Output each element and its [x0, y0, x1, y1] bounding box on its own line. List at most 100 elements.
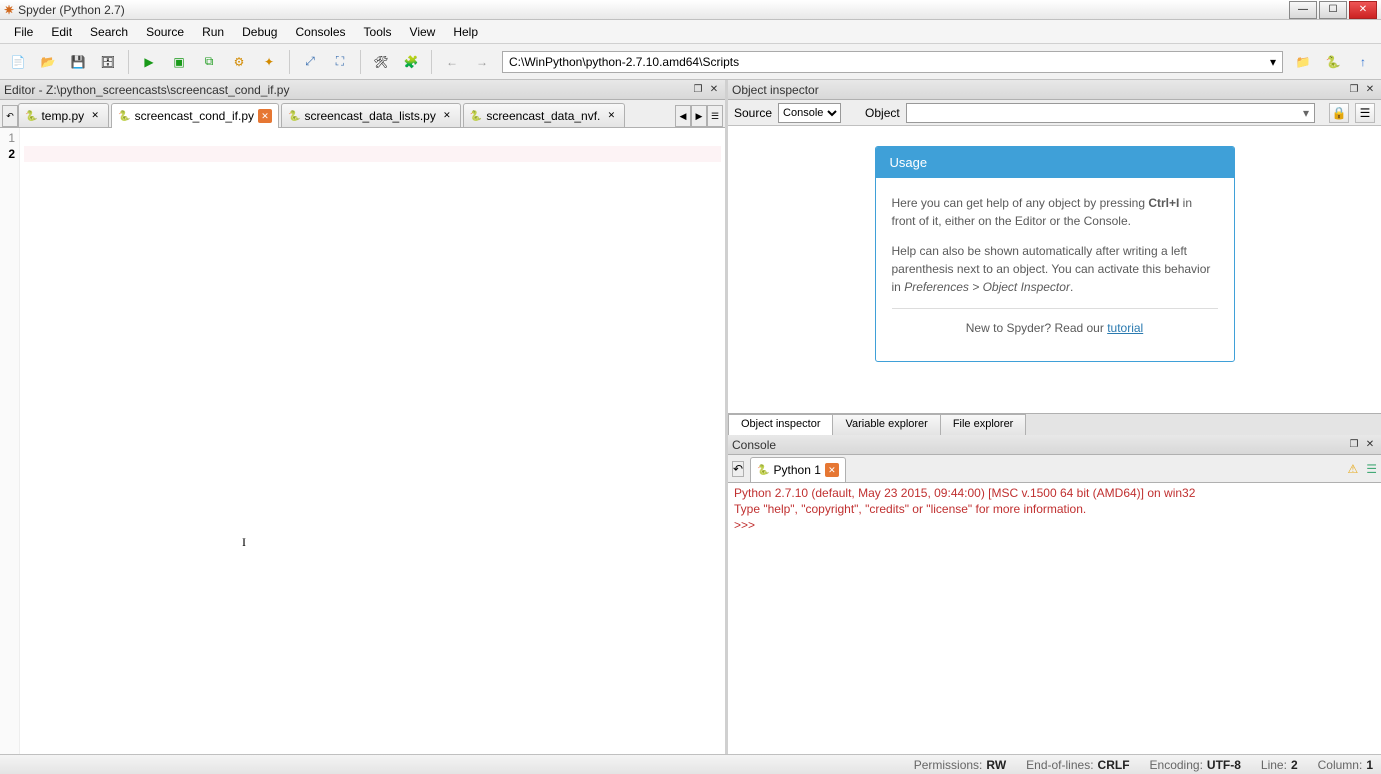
- editor-body[interactable]: 1 2 I: [0, 128, 725, 754]
- line-gutter: 1 2: [0, 128, 20, 754]
- chevron-down-icon[interactable]: ▾: [1303, 106, 1309, 120]
- window-title: Spyder (Python 2.7): [18, 3, 1289, 17]
- menu-view[interactable]: View: [402, 22, 444, 42]
- browse-folder-icon[interactable]: 📁: [1289, 48, 1317, 76]
- console-tab-python1[interactable]: Python 1 ✕: [750, 457, 846, 482]
- python-file-icon: [470, 110, 482, 122]
- status-eol: End-of-lines: CRLF: [1026, 758, 1129, 772]
- tab-close-icon[interactable]: ✕: [88, 109, 102, 123]
- status-bar: Permissions: RW End-of-lines: CRLF Encod…: [0, 754, 1381, 774]
- menu-consoles[interactable]: Consoles: [287, 22, 353, 42]
- app-icon: ✷: [4, 3, 14, 17]
- python-icon[interactable]: 🐍: [1319, 48, 1347, 76]
- usage-header: Usage: [876, 147, 1234, 178]
- python-file-icon: [118, 110, 130, 122]
- close-pane-icon[interactable]: ✕: [1363, 438, 1377, 452]
- menu-search[interactable]: Search: [82, 22, 136, 42]
- tab-close-icon[interactable]: ✕: [440, 109, 454, 123]
- undock-icon[interactable]: ❐: [691, 83, 705, 97]
- main-area: Editor - Z:\python_screencasts\screencas…: [0, 80, 1381, 754]
- close-button[interactable]: ✕: [1349, 1, 1377, 19]
- tutorial-link[interactable]: tutorial: [1107, 321, 1143, 335]
- console-pane-title: Console: [732, 438, 776, 452]
- console-options-icon[interactable]: ☰: [1366, 462, 1377, 476]
- tab-label: screencast_data_nvf.: [486, 109, 600, 123]
- maximize-pane-icon[interactable]: ⤢: [296, 48, 324, 76]
- menu-edit[interactable]: Edit: [43, 22, 80, 42]
- editor-tab-data-nvf[interactable]: screencast_data_nvf. ✕: [463, 103, 626, 127]
- status-permissions: Permissions: RW: [914, 758, 1006, 772]
- editor-tab-data-lists[interactable]: screencast_data_lists.py ✕: [281, 103, 461, 127]
- editor-pane: Editor - Z:\python_screencasts\screencas…: [0, 80, 728, 754]
- warning-icon[interactable]: ⚠: [1347, 462, 1358, 476]
- options-icon[interactable]: ☰: [1355, 103, 1375, 123]
- lock-icon[interactable]: 🔒: [1329, 103, 1349, 123]
- code-area[interactable]: I: [20, 128, 725, 754]
- source-select[interactable]: Console: [778, 103, 841, 123]
- new-file-icon[interactable]: 📄: [4, 48, 32, 76]
- console-pane-header: Console ❐ ✕: [728, 435, 1381, 455]
- window-controls: — ☐ ✕: [1289, 1, 1377, 19]
- tab-file-explorer[interactable]: File explorer: [940, 414, 1027, 435]
- console-tab-strip: ↶ Python 1 ✕ ⚠ ☰: [728, 455, 1381, 483]
- run-cell-advance-icon[interactable]: ⧉: [195, 48, 223, 76]
- menu-tools[interactable]: Tools: [356, 22, 400, 42]
- editor-tab-temp[interactable]: temp.py ✕: [18, 103, 109, 127]
- editor-tab-strip: ↶ temp.py ✕ screencast_cond_if.py ✕ scre…: [0, 100, 725, 128]
- console-body[interactable]: Python 2.7.10 (default, May 23 2015, 09:…: [728, 483, 1381, 754]
- close-pane-icon[interactable]: ✕: [1363, 83, 1377, 97]
- line-number: 1: [0, 130, 15, 146]
- tab-close-icon[interactable]: ✕: [825, 463, 839, 477]
- inspector-pane-header: Object inspector ❐ ✕: [728, 80, 1381, 100]
- usage-body: Here you can get help of any object by p…: [876, 178, 1234, 361]
- undock-icon[interactable]: ❐: [1347, 83, 1361, 97]
- run-cell-icon[interactable]: ▣: [165, 48, 193, 76]
- preferences-icon[interactable]: 🛠: [367, 48, 395, 76]
- chevron-down-icon[interactable]: ▾: [1270, 55, 1276, 69]
- save-icon[interactable]: 💾: [64, 48, 92, 76]
- menu-bar: File Edit Search Source Run Debug Consol…: [0, 20, 1381, 44]
- console-line: Python 2.7.10 (default, May 23 2015, 09:…: [734, 485, 1375, 501]
- tab-list-icon[interactable]: ☰: [707, 105, 723, 127]
- working-dir-value: C:\WinPython\python-2.7.10.amd64\Scripts: [509, 55, 739, 69]
- editor-tab-cond-if[interactable]: screencast_cond_if.py ✕: [111, 103, 279, 128]
- minimize-button[interactable]: —: [1289, 1, 1317, 19]
- undock-icon[interactable]: ❐: [1347, 438, 1361, 452]
- forward-icon[interactable]: →: [468, 48, 496, 76]
- tab-close-icon[interactable]: ✕: [604, 109, 618, 123]
- parent-dir-icon[interactable]: ↑: [1349, 48, 1377, 76]
- console-line: Type "help", "copyright", "credits" or "…: [734, 501, 1375, 517]
- tab-variable-explorer[interactable]: Variable explorer: [832, 414, 940, 435]
- run-icon[interactable]: ▶: [135, 48, 163, 76]
- tab-history-icon[interactable]: ↶: [2, 105, 18, 127]
- tab-object-inspector[interactable]: Object inspector: [728, 414, 833, 435]
- menu-help[interactable]: Help: [445, 22, 486, 42]
- open-file-icon[interactable]: 📂: [34, 48, 62, 76]
- working-dir-input[interactable]: C:\WinPython\python-2.7.10.amd64\Scripts…: [502, 51, 1283, 73]
- object-input[interactable]: [906, 103, 1315, 123]
- debug-icon[interactable]: ✦: [255, 48, 283, 76]
- separator: [289, 50, 290, 74]
- menu-source[interactable]: Source: [138, 22, 192, 42]
- tab-close-modified-icon[interactable]: ✕: [258, 109, 272, 123]
- tab-history-icon[interactable]: ↶: [732, 461, 744, 477]
- menu-file[interactable]: File: [6, 22, 41, 42]
- back-icon[interactable]: ←: [438, 48, 466, 76]
- fullscreen-icon[interactable]: ⛶: [326, 48, 354, 76]
- tab-scroll-left-icon[interactable]: ◀: [675, 105, 691, 127]
- run-selection-icon[interactable]: ⚙: [225, 48, 253, 76]
- usage-paragraph-2: Help can also be shown automatically aft…: [892, 242, 1218, 296]
- console-tab-label: Python 1: [774, 463, 821, 477]
- separator: [360, 50, 361, 74]
- close-pane-icon[interactable]: ✕: [707, 83, 721, 97]
- usage-card: Usage Here you can get help of any objec…: [875, 146, 1235, 362]
- inspector-pane-title: Object inspector: [732, 83, 819, 97]
- save-all-icon[interactable]: 🗄: [94, 48, 122, 76]
- editor-pane-header: Editor - Z:\python_screencasts\screencas…: [0, 80, 725, 100]
- menu-run[interactable]: Run: [194, 22, 232, 42]
- tab-scroll-right-icon[interactable]: ▶: [691, 105, 707, 127]
- source-label: Source: [734, 106, 772, 120]
- maximize-button[interactable]: ☐: [1319, 1, 1347, 19]
- python-path-icon[interactable]: 🧩: [397, 48, 425, 76]
- menu-debug[interactable]: Debug: [234, 22, 285, 42]
